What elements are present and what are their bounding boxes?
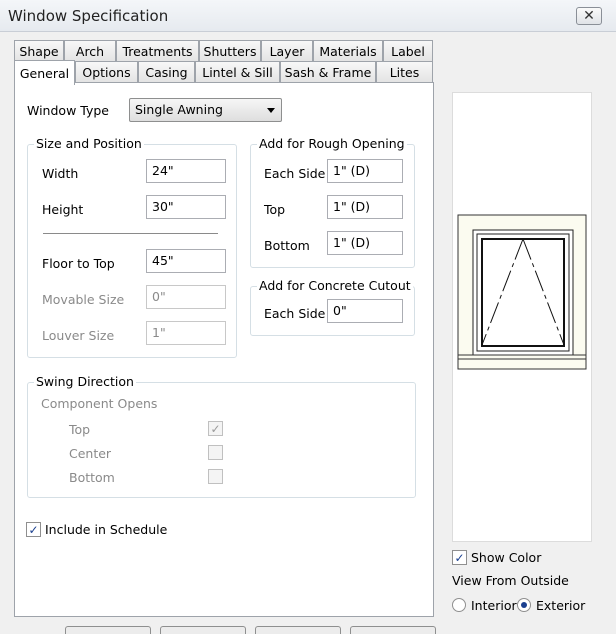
radio-selected-dot	[521, 602, 527, 608]
cc-each-side-label: Each Side	[264, 306, 326, 321]
window-type-value: Single Awning	[135, 102, 223, 117]
floor-to-top-value: 45"	[152, 253, 174, 268]
tab-casing[interactable]: Casing	[138, 61, 195, 82]
swing-top-checkbox[interactable]: ✓	[208, 421, 223, 436]
tab-label[interactable]: Label	[383, 40, 433, 61]
tab-label: Sash & Frame	[284, 64, 372, 80]
window-preview	[452, 92, 592, 542]
checkmark-icon: ✓	[28, 522, 39, 537]
dialog-button[interactable]	[160, 626, 246, 634]
exterior-radio[interactable]	[517, 598, 531, 612]
width-value: 24"	[152, 163, 174, 178]
height-field[interactable]: 30"	[146, 195, 226, 219]
ro-bottom-label: Bottom	[264, 238, 310, 253]
swing-center-checkbox[interactable]	[208, 445, 223, 460]
show-color-label: Show Color	[471, 550, 542, 565]
ro-bottom-value: 1" (D)	[333, 235, 371, 250]
include-schedule-label: Include in Schedule	[45, 522, 168, 537]
swing-top-label: Top	[69, 422, 91, 437]
tab-label: Materials	[319, 43, 377, 59]
tab-label: Label	[391, 43, 425, 59]
window-type-select[interactable]: Single Awning	[129, 98, 282, 122]
movable-size-field[interactable]: 0"	[146, 285, 226, 309]
tab-label: Options	[82, 64, 131, 80]
tab-label: Layer	[269, 43, 305, 59]
exterior-label: Exterior	[536, 598, 586, 613]
tab-arch[interactable]: Arch	[64, 40, 116, 61]
component-opens-label: Component Opens	[41, 396, 158, 411]
tab-lintel-sill[interactable]: Lintel & Sill	[195, 61, 280, 82]
tab-label: Casing	[145, 64, 188, 80]
ro-top-field[interactable]: 1" (D)	[327, 195, 403, 219]
swing-bottom-label: Bottom	[69, 470, 115, 485]
tab-label: Arch	[75, 43, 105, 59]
cc-each-side-value: 0"	[333, 303, 347, 318]
tab-label: Lites	[389, 64, 420, 80]
floor-to-top-field[interactable]: 45"	[146, 249, 226, 273]
ro-top-value: 1" (D)	[333, 199, 371, 214]
height-value: 30"	[152, 199, 174, 214]
tab-general[interactable]: General	[14, 60, 75, 85]
ro-each-side-value: 1" (D)	[333, 163, 371, 178]
tab-label: General	[19, 65, 70, 81]
dialog-button[interactable]	[65, 626, 151, 634]
louver-size-label: Louver Size	[42, 328, 115, 343]
tab-label: Lintel & Sill	[202, 64, 273, 80]
window-type-label: Window Type	[27, 103, 109, 118]
close-button[interactable]: ✕	[576, 7, 602, 25]
tab-label: Shutters	[203, 43, 257, 59]
tab-materials[interactable]: Materials	[313, 40, 383, 61]
swing-bottom-checkbox[interactable]	[208, 469, 223, 484]
cc-each-side-field[interactable]: 0"	[327, 299, 403, 323]
checkmark-icon: ✓	[210, 421, 221, 436]
tab-treatments[interactable]: Treatments	[116, 40, 199, 61]
floor-to-top-label: Floor to Top	[42, 256, 115, 271]
view-from-outside-label: View From Outside	[452, 573, 569, 588]
size-position-title: Size and Position	[34, 136, 144, 151]
window-title: Window Specification	[8, 7, 169, 25]
dialog-button[interactable]	[255, 626, 341, 634]
louver-size-field[interactable]: 1"	[146, 321, 226, 345]
interior-label: Interior	[471, 598, 517, 613]
awning-window-drawing	[457, 214, 587, 370]
movable-size-value: 0"	[152, 289, 166, 304]
movable-size-label: Movable Size	[42, 292, 125, 307]
include-schedule-checkbox[interactable]: ✓	[26, 522, 41, 537]
ro-top-label: Top	[264, 202, 286, 217]
show-color-checkbox[interactable]: ✓	[452, 550, 467, 565]
tab-label: Shape	[19, 43, 59, 59]
interior-radio[interactable]	[452, 598, 466, 612]
ro-each-side-label: Each Side	[264, 166, 326, 181]
height-label: Height	[42, 202, 84, 217]
tab-sash-frame[interactable]: Sash & Frame	[280, 61, 376, 82]
tab-label: Treatments	[122, 43, 193, 59]
swing-center-label: Center	[69, 446, 112, 461]
dialog-button[interactable]	[350, 626, 436, 634]
tab-lites[interactable]: Lites	[376, 61, 433, 82]
tab-options[interactable]: Options	[75, 61, 138, 82]
swing-direction-title: Swing Direction	[34, 374, 136, 389]
ro-bottom-field[interactable]: 1" (D)	[327, 231, 403, 255]
title-bar: Window Specification ✕	[0, 0, 616, 32]
checkmark-icon: ✓	[454, 550, 465, 565]
general-tab-panel: Window Type Single Awning Size and Posit…	[14, 82, 434, 617]
width-label: Width	[42, 166, 79, 181]
close-icon: ✕	[583, 8, 595, 24]
concrete-cutout-title: Add for Concrete Cutout	[257, 278, 413, 293]
rough-opening-title: Add for Rough Opening	[257, 136, 407, 151]
chevron-down-icon	[267, 108, 275, 113]
ro-each-side-field[interactable]: 1" (D)	[327, 159, 403, 183]
tab-layer[interactable]: Layer	[261, 40, 313, 61]
louver-size-value: 1"	[152, 325, 166, 340]
width-field[interactable]: 24"	[146, 159, 226, 183]
divider	[43, 233, 218, 234]
tab-shape[interactable]: Shape	[14, 40, 64, 61]
tab-shutters[interactable]: Shutters	[199, 40, 261, 61]
